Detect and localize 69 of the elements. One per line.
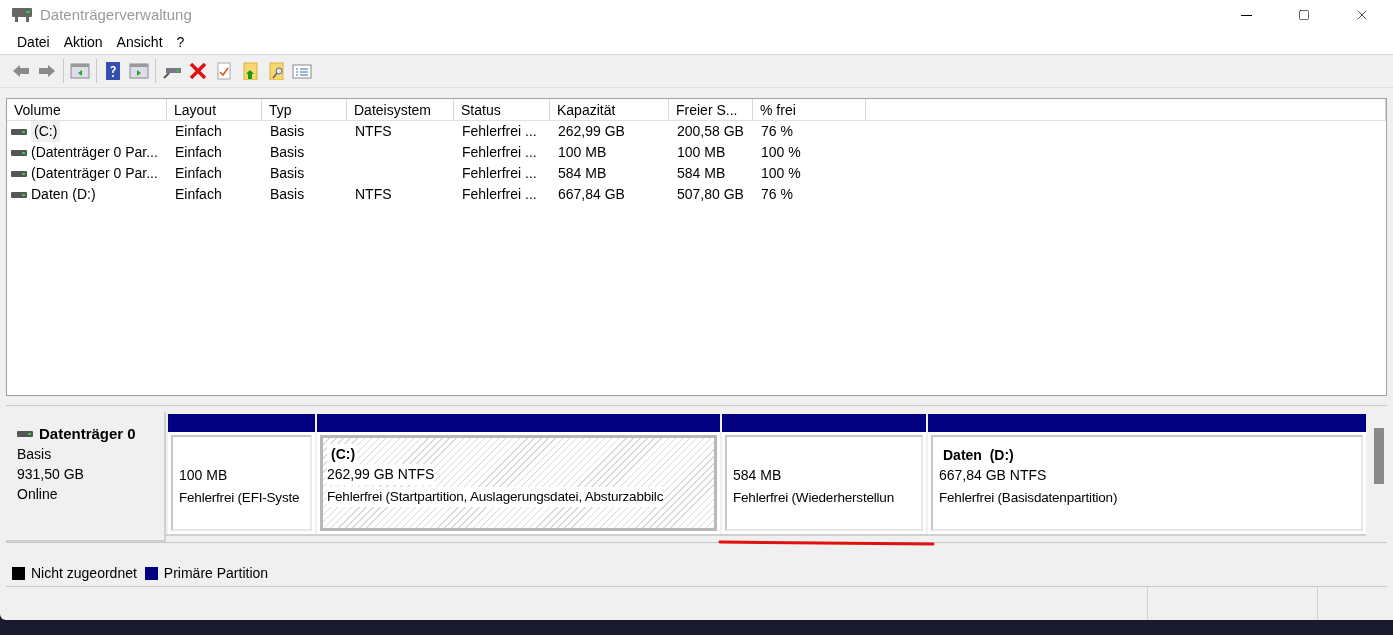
minimize-icon: [1240, 14, 1252, 16]
partition-block[interactable]: (C:) 262,99 GB NTFS Fehlerfrei (Startpartition, Auslagerungsdatei, Absturzabbilc: [317, 414, 720, 534]
window-title: Datenträgerverwaltung: [40, 4, 192, 25]
drive-icon: [11, 190, 27, 199]
volume-row[interactable]: (Datenträger 0 Par... Einfach Basis Fehlerfrei ... 100 MB 100 MB 100 %: [7, 142, 1386, 163]
column-header[interactable]: Layout: [167, 99, 262, 121]
table-cell-text: 262,99 GB: [557, 122, 625, 141]
scrollbar-thumb[interactable]: [1374, 428, 1384, 484]
table-cell-text: 100 MB: [676, 143, 726, 162]
disk-size: 931,50 GB: [17, 465, 85, 484]
table-cell-text: Einfach: [174, 164, 222, 183]
partition-block[interactable]: Daten (D:) 667,84 GB NTFS Fehlerfrei (Basisdatenpartition): [928, 414, 1366, 534]
table-cell-text: 76 %: [760, 122, 793, 141]
table-cell-text: (Datenträger 0 Par...: [31, 164, 158, 183]
table-cell-text: Einfach: [174, 185, 222, 204]
table-cell-text: 667,84 GB: [557, 185, 625, 204]
table-cell-text: Fehlerfrei ...: [461, 185, 537, 204]
table-cell-text: NTFS: [354, 185, 392, 204]
table-cell-text: NTFS: [354, 122, 392, 141]
volume-row[interactable]: (C:) Einfach Basis NTFS Fehlerfrei ... 262,99 GB 200,58 GB 76 %: [7, 121, 1386, 142]
column-header[interactable]: Dateisystem: [347, 99, 454, 121]
maximize-icon: [1298, 9, 1310, 21]
disk-type: Basis: [17, 445, 53, 464]
table-cell-text: 76 %: [760, 185, 793, 204]
partition-name: (C:): [327, 443, 358, 465]
volume-row[interactable]: (Datenträger 0 Par... Einfach Basis Fehlerfrei ... 584 MB 584 MB 100 %: [7, 163, 1386, 184]
table-cell: (C:): [31, 121, 61, 142]
partition-block[interactable]: 100 MB Fehlerfrei (EFI-Syste: [168, 414, 315, 534]
table-cell-text: Daten (D:): [31, 185, 96, 204]
column-header[interactable]: % frei: [753, 99, 866, 121]
partition-status: Fehlerfrei (Startpartition, Auslagerungsdatei, Absturzabbilc: [327, 487, 664, 508]
table-cell-text: Basis: [269, 164, 305, 183]
partition-size: 262,99 GB NTFS: [327, 464, 435, 485]
table-cell-text: Einfach: [174, 143, 222, 162]
column-header[interactable]: Kapazität: [550, 99, 669, 121]
column-header[interactable]: Status: [454, 99, 550, 121]
table-cell-text: Fehlerfrei ...: [461, 143, 537, 162]
menu-item[interactable]: Ansicht: [109, 31, 170, 53]
drive-icon: [11, 169, 27, 178]
legend-label: Nicht zugeordnet: [31, 564, 137, 583]
table-cell-text: Basis: [269, 143, 305, 162]
table-cell-text: Basis: [269, 122, 305, 141]
table-cell-text: 507,80 GB: [676, 185, 744, 204]
table-cell-text: Fehlerfrei ...: [461, 164, 537, 183]
disk-info-panel[interactable]: Datenträger 0 Basis 931,50 GB Online: [6, 412, 166, 542]
table-cell-text: Basis: [269, 185, 305, 204]
table-cell-text: 584 MB: [557, 164, 607, 183]
table-cell-text: 100 %: [760, 164, 801, 183]
table-cell-text: 100 MB: [557, 143, 607, 162]
table-cell-text: 100 %: [760, 143, 801, 162]
menu-item[interactable]: ?: [169, 31, 192, 53]
partition-block[interactable]: 584 MB Fehlerfrei (Wiederherstellun: [722, 414, 926, 534]
menu-item[interactable]: Datei: [10, 31, 57, 53]
disk-name: Datenträger 0: [39, 424, 136, 444]
table-cell-text: (Datenträger 0 Par...: [31, 143, 158, 162]
menu-item[interactable]: Aktion: [56, 31, 110, 53]
legend-label: Primäre Partition: [163, 564, 269, 583]
table-cell-text: 200,58 GB: [676, 122, 744, 141]
disk-state: Online: [17, 485, 59, 504]
table-cell-text: 584 MB: [676, 164, 726, 183]
column-header[interactable]: Typ: [262, 99, 347, 121]
volume-row[interactable]: Daten (D:) Einfach Basis NTFS Fehlerfrei ... 667,84 GB 507,80 GB 76 %: [7, 184, 1386, 205]
drive-icon: [17, 430, 33, 438]
table-cell-text: Fehlerfrei ...: [461, 122, 537, 141]
column-header[interactable]: Freier S...: [669, 99, 753, 121]
drive-icon: [11, 148, 27, 157]
drive-icon: [11, 127, 27, 136]
drive-icon: [12, 8, 32, 22]
table-cell-text: Einfach: [174, 122, 222, 141]
